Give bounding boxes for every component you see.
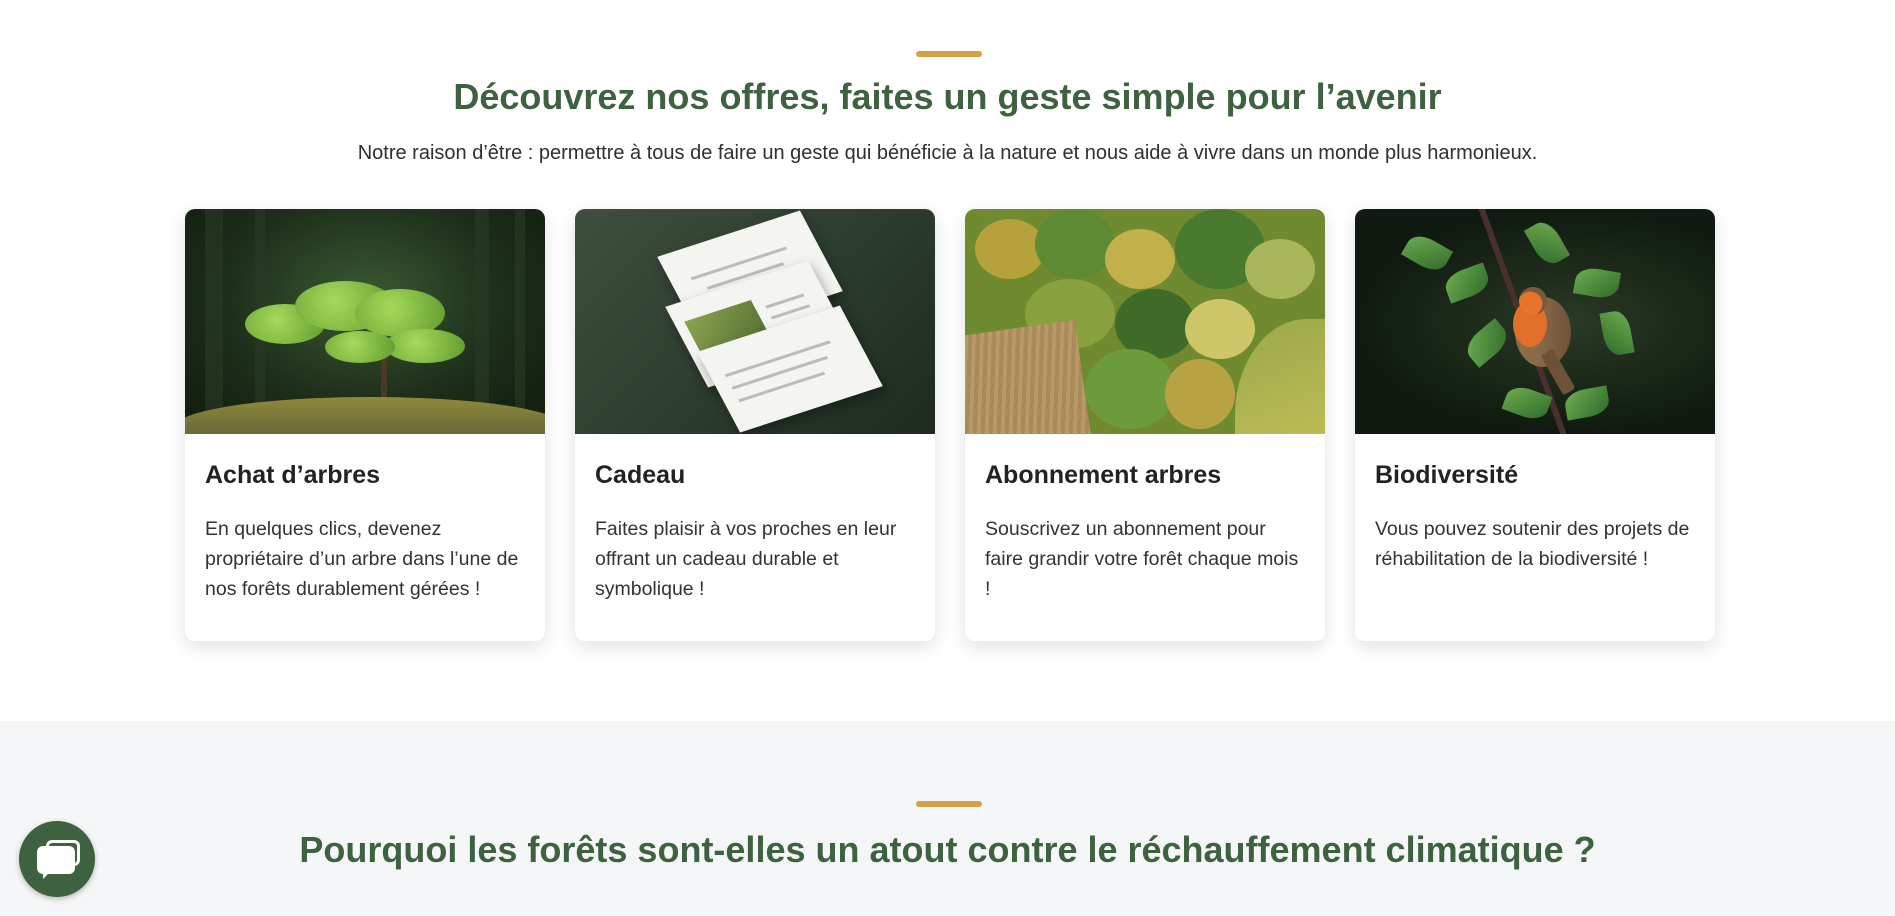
card-title: Biodiversité: [1375, 461, 1519, 489]
offers-title: Découvrez nos offres, faites un geste si…: [453, 76, 1442, 117]
card-description: Souscrivez un abonnement pour faire gran…: [985, 518, 1299, 600]
forests-climate-title: Pourquoi les forêts sont-elles un atout …: [299, 829, 1596, 870]
title-accent-bar: [916, 801, 982, 807]
card-title: Cadeau: [595, 461, 686, 489]
title-accent-bar: [916, 51, 982, 57]
offer-card-biodiversity[interactable]: Biodiversité Vous pouvez soutenir des pr…: [1355, 209, 1715, 641]
young-tree-image: [185, 209, 545, 434]
card-description: Vous pouvez soutenir des projets de réha…: [1375, 518, 1690, 570]
chat-button[interactable]: [19, 821, 95, 897]
offers-section: Découvrez nos offres, faites un geste si…: [0, 0, 1895, 721]
offer-card-gift[interactable]: Cadeau Faites plaisir à vos proches en l…: [575, 209, 935, 641]
offers-lead: Notre raison d’être : permettre à tous d…: [357, 142, 1538, 164]
card-description: Faites plaisir à vos proches en leur off…: [595, 518, 897, 600]
forests-climate-section: Pourquoi les forêts sont-elles un atout …: [0, 721, 1895, 916]
card-title: Achat d’arbres: [205, 461, 381, 489]
offer-cards: Achat d’arbres En quelques clics, devene…: [185, 209, 1715, 641]
aerial-forest-image: [965, 209, 1325, 434]
gift-certificate-image: [575, 209, 935, 434]
card-title: Abonnement arbres: [985, 461, 1222, 489]
robin-image: [1355, 209, 1715, 434]
offer-card-subscription[interactable]: Abonnement arbres Souscrivez un abonneme…: [965, 209, 1325, 641]
offer-card-tree-purchase[interactable]: Achat d’arbres En quelques clics, devene…: [185, 209, 545, 641]
card-description: En quelques clics, devenez propriétaire …: [205, 518, 519, 600]
